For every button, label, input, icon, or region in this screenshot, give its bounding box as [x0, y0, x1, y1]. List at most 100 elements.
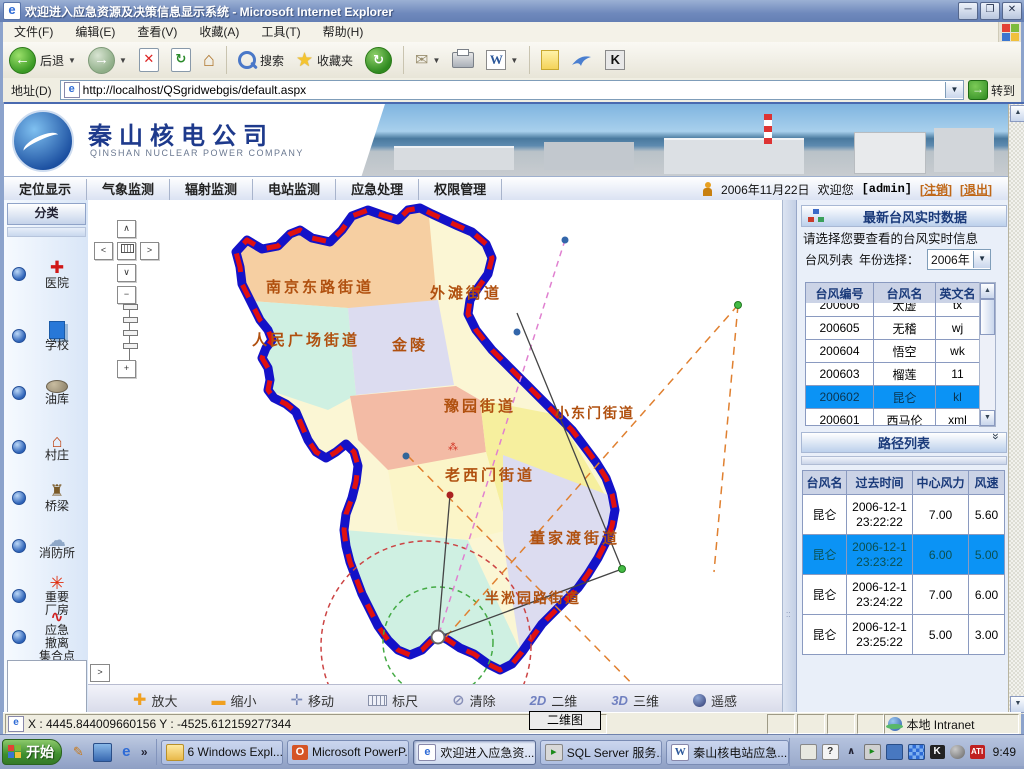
sidebar-item-hospital[interactable]: ✚ 医院: [4, 246, 88, 302]
zoom-in-tool[interactable]: ✚ 放大: [133, 690, 177, 710]
keyboard-layout-icon[interactable]: [800, 744, 817, 760]
task-ie-current[interactable]: e 欢迎进入应急资...: [413, 740, 535, 765]
track-point-blue[interactable]: [514, 329, 521, 336]
scroll-thumb[interactable]: [980, 299, 995, 335]
district-map[interactable]: ⁂ 南京东路街道 外滩街道 人民广场街道 金陵 豫园街道 小东门街道 老西门街道…: [88, 200, 782, 684]
zoom-out-step-button[interactable]: −: [117, 286, 136, 304]
path-list-header[interactable]: 路径列表 »: [801, 432, 1007, 453]
path-row[interactable]: 昆仑 2006-12-1 23:22:22 7.00 5.60: [803, 495, 1005, 535]
typhoon-table-scrollbar[interactable]: ▲ ▼: [979, 282, 996, 427]
tab-locate-display[interactable]: 定位显示: [4, 179, 87, 200]
kaspersky-button[interactable]: K: [599, 45, 631, 75]
expand-panel-button[interactable]: >: [90, 664, 110, 682]
year-dropdown-button[interactable]: ▼: [973, 251, 990, 268]
sidebar-item-oil-depot[interactable]: 油库: [4, 368, 88, 418]
pan-up-button[interactable]: ∧: [117, 220, 136, 238]
history-button[interactable]: ↻: [359, 45, 398, 75]
restore-button[interactable]: ❐: [980, 2, 1000, 20]
menu-favorites[interactable]: 收藏(A): [188, 22, 250, 42]
home-button[interactable]: ⌂: [197, 45, 221, 75]
pan-right-button[interactable]: >: [140, 242, 159, 260]
minimize-button[interactable]: ─: [958, 2, 978, 20]
task-word-doc[interactable]: W 秦山核电站应急...: [666, 740, 788, 765]
url-dropdown-button[interactable]: ▼: [945, 82, 963, 98]
show-desktop-icon[interactable]: [93, 743, 112, 762]
tab-emergency-handle[interactable]: 应急处理: [336, 179, 419, 200]
collapse-chevron-icon[interactable]: »: [989, 433, 1003, 453]
zoom-out-tool[interactable]: ▬ 缩小: [211, 691, 256, 710]
word-dropdown-icon[interactable]: ▼: [510, 56, 518, 65]
back-button[interactable]: ← 后退 ▼: [3, 45, 82, 75]
typhoon-row[interactable]: 200601 西马伦 xml: [806, 409, 980, 427]
stop-button[interactable]: ✕: [133, 45, 165, 75]
typhoon-row[interactable]: 200604 悟空 wk: [806, 340, 980, 363]
scroll-down-arrow[interactable]: ▼: [980, 410, 995, 426]
menu-view[interactable]: 查看(V): [126, 22, 188, 42]
path-row[interactable]: 昆仑 2006-12-1 23:24:22 7.00 6.00: [803, 575, 1005, 615]
sidebar-item-bridge[interactable]: ♜ 桥梁: [4, 474, 88, 522]
typhoon-row[interactable]: 200606 太虚 tx: [806, 303, 980, 317]
menu-edit[interactable]: 编辑(E): [64, 22, 126, 42]
horizontal-splitter[interactable]: [801, 456, 1007, 465]
map-viewport[interactable]: ⁂ 南京东路街道 外滩街道 人民广场街道 金陵 豫园街道 小东门街道 老西门街道…: [88, 200, 782, 684]
track-point-blue[interactable]: [562, 237, 569, 244]
ruler-tool[interactable]: 标尺: [368, 691, 418, 710]
pan-left-button[interactable]: <: [94, 242, 113, 260]
task-windows-explorer-group[interactable]: 6 Windows Expl... ▼: [161, 740, 283, 765]
remote-sensing-tool[interactable]: 遥感: [693, 691, 737, 710]
page-scroll-up[interactable]: ▲: [1010, 105, 1024, 122]
url-text[interactable]: http://localhost/QSgridwebgis/default.as…: [83, 83, 945, 97]
edit-word-button[interactable]: W ▼: [480, 45, 524, 75]
kaspersky-tray-icon[interactable]: K: [930, 745, 945, 759]
round-tray-icon[interactable]: [950, 745, 965, 759]
tray-expand-icon[interactable]: ∧: [844, 745, 859, 759]
scroll-up-arrow[interactable]: ▲: [980, 283, 995, 299]
msn-grid-tray-icon[interactable]: [908, 744, 925, 760]
menu-help[interactable]: 帮助(H): [312, 22, 375, 42]
quicklaunch-pen-icon[interactable]: ✎: [70, 744, 87, 761]
sidebar-item-village[interactable]: ⌂ 村庄: [4, 422, 88, 472]
start-button[interactable]: 开始: [2, 739, 62, 765]
track-point-green[interactable]: [735, 302, 742, 309]
menu-file[interactable]: 文件(F): [3, 22, 64, 42]
exit-link[interactable]: [退出]: [960, 181, 992, 198]
track-point-red[interactable]: [447, 492, 454, 499]
typhoon-table-viewport[interactable]: 200606 太虚 tx 200605 无稽 wj 200604 悟空 wk 2…: [805, 303, 979, 426]
forward-dropdown-icon[interactable]: ▼: [119, 56, 127, 65]
task-powerpoint[interactable]: O Microsoft PowerP...: [287, 740, 409, 765]
quicklaunch-more-icon[interactable]: »: [141, 745, 148, 759]
track-point-blue[interactable]: [403, 453, 410, 460]
forward-button[interactable]: → ▼: [82, 45, 133, 75]
page-scroll-down[interactable]: ▼: [1010, 696, 1024, 713]
menu-tools[interactable]: 工具(T): [250, 22, 311, 42]
favorites-button[interactable]: ★ 收藏夹: [290, 45, 359, 75]
year-select[interactable]: 2006年 ▼: [927, 249, 991, 270]
zoom-slider-handle[interactable]: [123, 304, 138, 310]
track-point-green[interactable]: [619, 566, 626, 573]
quicklaunch-ie-icon[interactable]: e: [118, 744, 135, 761]
mail-button[interactable]: ✉ ▼: [409, 45, 446, 75]
print-button[interactable]: [446, 45, 480, 75]
go-button[interactable]: → 转到: [968, 80, 1015, 100]
messenger-button[interactable]: [565, 45, 599, 75]
search-button[interactable]: 搜索: [232, 45, 290, 75]
sidebar-item-school[interactable]: 学校: [4, 308, 88, 364]
clear-tool[interactable]: ⊘ 清除: [452, 691, 496, 710]
typhoon-current-position[interactable]: [432, 631, 445, 644]
url-input[interactable]: e http://localhost/QSgridwebgis/default.…: [60, 80, 964, 100]
path-row[interactable]: 昆仑 2006-12-1 23:25:22 5.00 3.00: [803, 615, 1005, 655]
task-sql-server[interactable]: ▸ SQL Server 服务...: [540, 740, 662, 765]
tab-permission-manage[interactable]: 权限管理: [419, 179, 502, 200]
typhoon-row[interactable]: 200603 榴莲 11: [806, 363, 980, 386]
network-tray-icon[interactable]: [886, 744, 903, 760]
refresh-button[interactable]: ↻: [165, 45, 197, 75]
notes-button[interactable]: [535, 45, 565, 75]
view-3d-tool[interactable]: 3D 三维: [611, 691, 659, 710]
mail-dropdown-icon[interactable]: ▼: [432, 56, 440, 65]
ati-tray-icon[interactable]: ATI: [970, 745, 985, 759]
close-button[interactable]: ✕: [1002, 2, 1022, 20]
logout-link[interactable]: [注销]: [920, 181, 952, 198]
back-dropdown-icon[interactable]: ▼: [68, 56, 76, 65]
zoom-in-step-button[interactable]: +: [117, 360, 136, 378]
sql-tray-icon[interactable]: ▸: [864, 744, 881, 760]
